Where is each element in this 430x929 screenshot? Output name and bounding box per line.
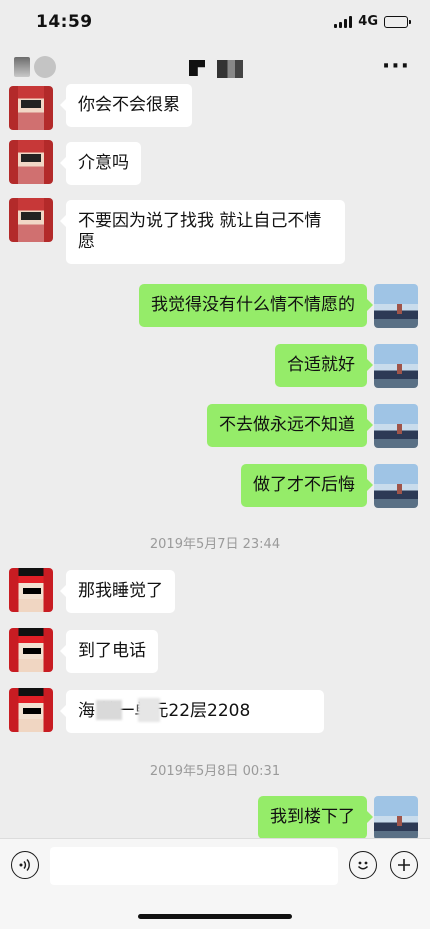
contact-avatar[interactable] [9, 568, 53, 612]
status-bar: 14:59 4G [0, 0, 430, 46]
message-incoming[interactable]: 那我睡觉了 [60, 570, 175, 613]
back-area[interactable] [14, 56, 56, 78]
message-incoming[interactable]: 介意吗 [60, 142, 141, 185]
message-outgoing[interactable]: 不去做永远不知道 [207, 404, 373, 447]
my-avatar[interactable] [374, 796, 418, 840]
message-incoming[interactable]: 不要因为说了找我 就让自己不情愿 [60, 200, 345, 264]
message-input[interactable] [50, 847, 338, 885]
signal-icon [334, 15, 353, 28]
my-avatar[interactable] [374, 344, 418, 388]
status-time: 14:59 [36, 12, 93, 32]
message-incoming[interactable]: 到了电话 [60, 630, 158, 673]
message-outgoing[interactable]: 合适就好 [275, 344, 373, 387]
home-indicator[interactable] [138, 914, 292, 919]
battery-icon [384, 15, 411, 28]
message-outgoing[interactable]: 做了才不后悔 [241, 464, 373, 507]
my-avatar[interactable] [374, 404, 418, 448]
chat-header: ··· [0, 46, 430, 90]
redaction-blur [138, 698, 160, 722]
contact-avatar[interactable] [9, 688, 53, 732]
emoji-icon[interactable] [349, 851, 377, 879]
status-indicators: 4G [334, 14, 411, 29]
contact-avatar[interactable] [9, 628, 53, 672]
network-label: 4G [358, 14, 378, 29]
redaction-blur [96, 700, 122, 720]
back-icon[interactable] [14, 57, 30, 77]
my-avatar[interactable] [374, 464, 418, 508]
contact-name-pixelated [189, 60, 243, 78]
contact-avatar[interactable] [9, 198, 53, 242]
message-outgoing[interactable]: 我觉得没有什么情不情愿的 [139, 284, 373, 327]
voice-icon[interactable] [11, 851, 39, 879]
contact-avatar[interactable] [9, 140, 53, 184]
message-incoming[interactable]: 你会不会很累 [60, 84, 192, 127]
message-timestamp: 2019年5月8日 00:31 [149, 764, 281, 779]
message-outgoing[interactable]: 我到楼下了 [258, 796, 373, 839]
contact-avatar[interactable] [9, 86, 53, 130]
message-timestamp: 2019年5月7日 23:44 [149, 537, 281, 552]
more-dots-icon[interactable]: ··· [382, 54, 410, 79]
unread-avatar-icon [34, 56, 56, 78]
plus-icon[interactable] [390, 851, 418, 879]
my-avatar[interactable] [374, 284, 418, 328]
